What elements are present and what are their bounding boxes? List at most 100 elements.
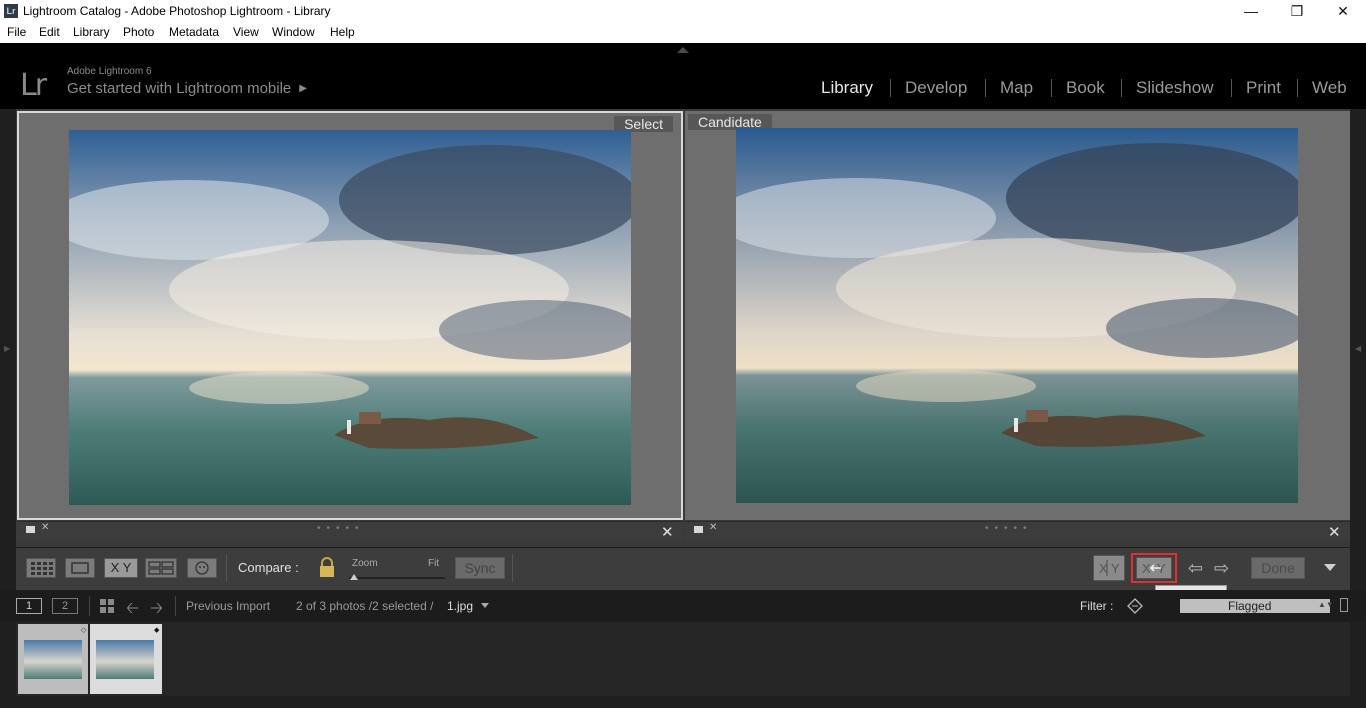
- loupe-icon: [71, 562, 89, 574]
- previous-arrow-icon[interactable]: ⇦: [1188, 558, 1203, 579]
- grid-view-button[interactable]: [26, 558, 56, 578]
- zoom-slider[interactable]: [349, 577, 445, 579]
- grid-icon[interactable]: [100, 599, 114, 613]
- rating-dots-icon[interactable]: •••••: [985, 523, 1033, 534]
- filmstrip-thumbnail[interactable]: ◇: [18, 624, 88, 694]
- svg-text:Y: Y: [1111, 561, 1120, 576]
- module-web[interactable]: Web: [1312, 78, 1347, 98]
- filter-label: Filter :: [1080, 599, 1114, 613]
- people-view-button[interactable]: [187, 558, 217, 578]
- minimize-icon[interactable]: —: [1228, 0, 1274, 23]
- zoom-slider-knob[interactable]: [350, 574, 358, 580]
- menu-window[interactable]: Window: [272, 25, 315, 39]
- play-arrow-icon: ▶: [299, 83, 307, 94]
- filmstrip: ◇ ◆: [16, 622, 1350, 696]
- close-candidate-icon[interactable]: ✕: [1328, 523, 1341, 541]
- secondary-display-button[interactable]: 2: [52, 598, 78, 614]
- module-slideshow[interactable]: Slideshow: [1136, 78, 1214, 98]
- thumbnail-image: [24, 640, 82, 679]
- compare-view-button[interactable]: X Y: [104, 558, 138, 578]
- source-label[interactable]: Previous Import: [186, 599, 270, 613]
- close-icon[interactable]: ✕: [1320, 0, 1366, 23]
- survey-icon: [148, 561, 174, 575]
- filter-select[interactable]: Flagged: [1180, 599, 1330, 613]
- flag-icon[interactable]: [26, 526, 35, 533]
- sync-button[interactable]: Sync: [455, 557, 505, 579]
- select-pane[interactable]: Select: [17, 111, 683, 520]
- back-arrow-icon[interactable]: 🡠: [126, 597, 139, 624]
- restore-icon[interactable]: ❐: [1274, 0, 1320, 23]
- photo-count: 2 of 3 photos /2 selected /: [296, 599, 434, 613]
- module-develop[interactable]: Develop: [905, 78, 967, 98]
- forward-arrow-icon[interactable]: 🡢: [150, 597, 163, 624]
- module-separator: [985, 79, 986, 97]
- toolbar-separator: [512, 554, 513, 582]
- toolbar: X Y Compare : Zoom Fit Sync XY XY ⇦ ⇨ Do…: [16, 547, 1350, 590]
- module-print[interactable]: Print: [1246, 78, 1281, 98]
- lock-icon[interactable]: [318, 556, 336, 583]
- mobile-promo-label: Get started with Lightroom mobile: [67, 80, 292, 97]
- menu-bar: File Edit Library Photo Metadata View Wi…: [0, 23, 1366, 43]
- select-info-bar: ✕ ••••• ✕: [17, 521, 683, 542]
- menu-file[interactable]: File: [7, 25, 26, 39]
- window-title: Lightroom Catalog - Adobe Photoshop Ligh…: [23, 4, 331, 18]
- flag-icon[interactable]: [694, 526, 703, 533]
- seascape-image: [69, 130, 631, 505]
- swap-button[interactable]: XY: [1093, 555, 1125, 581]
- mobile-promo[interactable]: Get started with Lightroom mobile ▶: [67, 80, 307, 97]
- thumbnail-image: [96, 640, 154, 679]
- module-separator: [1051, 79, 1052, 97]
- module-book[interactable]: Book: [1066, 78, 1105, 98]
- done-button[interactable]: Done: [1251, 557, 1305, 579]
- lightroom-app-icon: Lr: [4, 4, 18, 18]
- survey-view-button[interactable]: [145, 558, 177, 578]
- lightroom-logo: Lr: [20, 68, 47, 103]
- module-separator: [890, 79, 891, 97]
- module-separator: [1121, 79, 1122, 97]
- close-select-icon[interactable]: ✕: [661, 523, 674, 541]
- filename-chevron-down-icon[interactable]: [481, 603, 489, 608]
- filmbar-separator: [175, 596, 176, 616]
- candidate-pane[interactable]: Candidate: [685, 111, 1350, 520]
- filmstrip-thumbnail[interactable]: ◆: [90, 624, 162, 694]
- thumbnail-badge-icon: ◇: [81, 627, 87, 634]
- window-titlebar: Lr Lightroom Catalog - Adobe Photoshop L…: [0, 0, 1366, 23]
- flag-filter-icon[interactable]: [1127, 598, 1143, 614]
- collapse-top-panel-icon[interactable]: [677, 47, 689, 53]
- reject-flag-icon[interactable]: ✕: [709, 522, 717, 533]
- next-arrow-icon[interactable]: ⇨: [1214, 558, 1229, 579]
- reject-flag-icon[interactable]: ✕: [41, 522, 49, 533]
- candidate-photo[interactable]: [736, 128, 1298, 503]
- menu-photo[interactable]: Photo: [123, 25, 154, 39]
- swap-icon: XY: [1099, 560, 1120, 576]
- filename-label[interactable]: 1.jpg: [447, 599, 473, 613]
- module-separator: [1231, 79, 1232, 97]
- thumbnail-badge-icon: ◆: [154, 627, 160, 634]
- menu-metadata[interactable]: Metadata: [169, 25, 219, 39]
- expand-left-panel-icon[interactable]: ▶: [4, 344, 10, 353]
- toolbar-menu-chevron-down-icon[interactable]: [1324, 564, 1336, 571]
- product-name: Adobe Lightroom 6: [67, 66, 152, 77]
- filter-toggle-icon[interactable]: [1340, 598, 1348, 612]
- select-photo[interactable]: [69, 130, 631, 505]
- filmbar-separator: [89, 596, 90, 616]
- primary-display-button[interactable]: 1: [16, 598, 42, 614]
- loupe-view-button[interactable]: [65, 558, 95, 578]
- toolbar-separator: [226, 554, 227, 582]
- rating-dots-icon[interactable]: •••••: [317, 523, 365, 534]
- menu-view[interactable]: View: [233, 25, 259, 39]
- grid-icon: [31, 562, 53, 575]
- menu-edit[interactable]: Edit: [39, 25, 60, 39]
- module-separator: [1297, 79, 1298, 97]
- make-select-highlight: [1131, 553, 1177, 583]
- compare-view: Select ✕ ••••• ✕ Candidate ✕ ••••• ✕: [16, 109, 1350, 547]
- zoom-label: Zoom: [352, 558, 378, 569]
- people-icon: [195, 561, 209, 575]
- expand-right-panel-icon[interactable]: ◀: [1355, 344, 1361, 353]
- menu-help[interactable]: Help: [330, 25, 355, 39]
- compare-label: Compare :: [238, 560, 299, 575]
- module-map[interactable]: Map: [1000, 78, 1033, 98]
- menu-library[interactable]: Library: [73, 25, 110, 39]
- fit-label: Fit: [428, 558, 440, 569]
- module-library[interactable]: Library: [821, 78, 873, 98]
